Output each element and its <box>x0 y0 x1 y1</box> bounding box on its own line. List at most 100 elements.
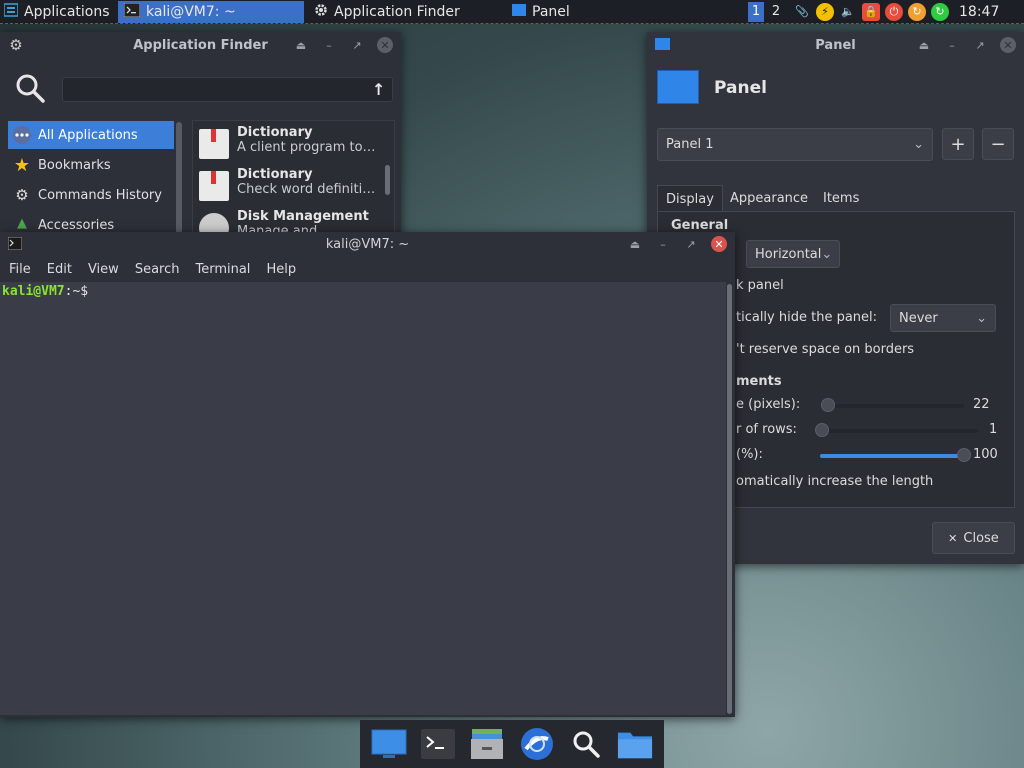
category-all-applications[interactable]: All Applications <box>8 121 174 149</box>
arrow-up-icon[interactable]: ↑ <box>372 80 385 99</box>
lock-panel-label[interactable]: k panel <box>736 278 784 293</box>
power-manager-icon[interactable]: ⚡ <box>816 2 834 21</box>
window-close-button[interactable]: ✕ <box>1000 37 1016 53</box>
menu-view[interactable]: View <box>80 262 127 277</box>
all-apps-icon <box>12 125 32 145</box>
workspace-2-button[interactable]: 2 <box>768 2 784 22</box>
category-accessories[interactable]: ▲ Accessories <box>8 211 174 234</box>
chevron-down-icon: ⌄ <box>913 137 924 152</box>
panel-icon <box>512 3 526 20</box>
taskbar-item-panel[interactable]: Panel <box>506 1 746 23</box>
category-scrollbar[interactable] <box>176 122 182 234</box>
length-value: 100 <box>973 447 998 462</box>
add-panel-button[interactable]: + <box>942 128 974 160</box>
slider-handle[interactable] <box>957 448 971 462</box>
panel-select[interactable]: Panel 1 ⌄ <box>657 128 933 161</box>
list-item[interactable]: Dictionary A client program to… <box>195 125 381 167</box>
logout-icon[interactable]: ⏻ <box>885 2 903 21</box>
browser-icon[interactable] <box>519 726 555 762</box>
list-item[interactable]: Dictionary Check word definiti… <box>195 167 381 209</box>
close-label: Close <box>963 530 999 546</box>
terminal-icon[interactable] <box>420 726 456 762</box>
window-title: kali@VM7: ~ <box>325 236 410 252</box>
applications-menu-button[interactable]: Applications <box>0 1 112 23</box>
window-shade-button[interactable]: ⏏ <box>916 37 932 53</box>
tab-appearance[interactable]: Appearance <box>722 185 816 211</box>
autohide-label: tically hide the panel: <box>736 310 878 325</box>
length-label: (%): <box>736 447 763 462</box>
paperclip-icon[interactable]: 📎 <box>793 3 811 21</box>
taskbar-item-app-finder[interactable]: Application Finder <box>308 1 506 23</box>
window-minimize-button[interactable]: – <box>944 37 960 53</box>
window-menu-gear-icon[interactable]: ⚙ <box>8 36 24 54</box>
app-finder-titlebar[interactable]: ⚙ Application Finder ⏏ – ↗ ✕ <box>0 32 401 58</box>
slider-handle[interactable] <box>815 423 829 437</box>
window-close-button[interactable]: ✕ <box>711 236 727 252</box>
mode-select[interactable]: Horizontal ⌄ <box>746 240 840 268</box>
rows-slider[interactable] <box>815 423 978 437</box>
window-maximize-button[interactable]: ↗ <box>349 37 365 53</box>
top-panel: Applications kali@VM7: ~ Application Fin… <box>0 0 1024 24</box>
row-size-value: 22 <box>973 397 990 412</box>
window-shade-button[interactable]: ⏏ <box>627 236 643 252</box>
auto-length-label[interactable]: omatically increase the length <box>736 474 933 489</box>
mode-select-value: Horizontal <box>755 246 822 262</box>
panel-titlebar[interactable]: Panel ⏏ – ↗ ✕ <box>647 32 1024 58</box>
folder-icon[interactable] <box>617 726 653 762</box>
app-list-panel: Dictionary A client program to… Dictionar… <box>192 120 395 242</box>
updates-icon[interactable]: ↻ <box>908 2 926 21</box>
lock-icon[interactable]: 🔒 <box>862 2 880 21</box>
window-close-button[interactable]: ✕ <box>377 37 393 53</box>
terminal-scrollbar[interactable] <box>727 284 732 714</box>
refresh-icon[interactable]: ↻ <box>931 2 949 21</box>
autohide-select[interactable]: Never ⌄ <box>890 304 996 332</box>
window-shade-button[interactable]: ⏏ <box>293 37 309 53</box>
category-label: Accessories <box>38 218 115 233</box>
rows-label: r of rows: <box>736 422 797 437</box>
terminal-output[interactable]: kali@VM7:~$ <box>0 282 726 715</box>
app-description: A client program to… <box>237 140 376 155</box>
accessories-icon: ▲ <box>17 215 27 231</box>
app-search-input[interactable] <box>62 77 393 102</box>
star-icon: ★ <box>13 154 31 176</box>
taskbar-item-terminal[interactable]: kali@VM7: ~ <box>118 0 304 23</box>
tab-display[interactable]: Display <box>657 185 723 212</box>
close-icon: ✕ <box>948 531 958 545</box>
window-maximize-button[interactable]: ↗ <box>972 37 988 53</box>
menu-edit[interactable]: Edit <box>39 262 80 277</box>
panel-header-title: Panel <box>714 78 767 98</box>
category-label: All Applications <box>38 127 138 143</box>
reserve-space-label[interactable]: 't reserve space on borders <box>736 342 914 357</box>
window-minimize-button[interactable]: – <box>321 37 337 53</box>
chevron-down-icon: ⌄ <box>821 246 833 262</box>
category-label: Commands History <box>38 187 162 203</box>
taskbar-item-label: Application Finder <box>334 3 460 20</box>
terminal-prompt: kali@VM7:~$ <box>0 282 726 301</box>
app-description: Check word definiti… <box>237 182 376 197</box>
window-minimize-button[interactable]: – <box>655 236 671 252</box>
workspace-1-button[interactable]: 1 <box>748 1 764 22</box>
clock[interactable]: 18:47 <box>953 1 1007 23</box>
app-list-scrollbar[interactable] <box>385 165 390 195</box>
remove-panel-button[interactable]: − <box>982 128 1014 160</box>
category-bookmarks[interactable]: ★ Bookmarks <box>8 151 174 179</box>
window-maximize-button[interactable]: ↗ <box>683 236 699 252</box>
rows-value: 1 <box>989 422 998 437</box>
search-icon[interactable] <box>568 726 604 762</box>
menu-terminal[interactable]: Terminal <box>187 262 258 277</box>
category-commands-history[interactable]: ⚙ Commands History <box>8 181 174 209</box>
tab-items[interactable]: Items <box>815 185 867 211</box>
length-slider[interactable] <box>820 448 971 462</box>
terminal-titlebar[interactable]: kali@VM7: ~ ⏏ – ↗ ✕ <box>0 232 735 256</box>
menu-help[interactable]: Help <box>258 262 304 277</box>
menu-file[interactable]: File <box>1 262 39 277</box>
slider-handle[interactable] <box>821 398 835 412</box>
volume-icon[interactable]: 🔈 <box>839 3 857 21</box>
row-size-slider[interactable] <box>821 398 964 412</box>
show-desktop-icon[interactable] <box>371 726 407 762</box>
autohide-select-value: Never <box>899 310 938 326</box>
file-manager-icon[interactable] <box>469 726 505 762</box>
menu-search[interactable]: Search <box>127 262 188 277</box>
terminal-icon <box>7 236 23 254</box>
close-button[interactable]: ✕ Close <box>932 522 1015 554</box>
